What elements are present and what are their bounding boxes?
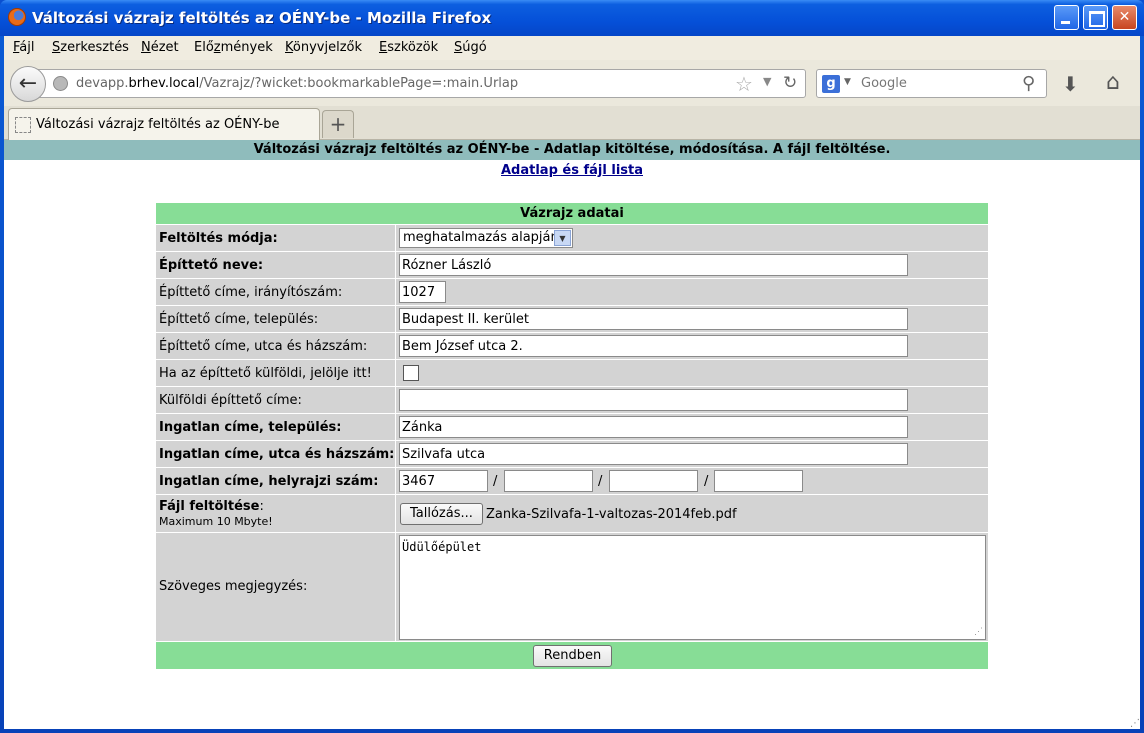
form-title: Vázrajz adatai (156, 203, 988, 224)
minimize-button[interactable] (1054, 5, 1079, 30)
browse-button[interactable]: Tallózás... (400, 503, 483, 525)
foreign-label: Ha az építtető külföldi, jelölje itt! (159, 366, 372, 381)
parcel-separator: / (704, 474, 709, 489)
file-label-block: Fájl feltöltése: Maximum 10 Mbyte! (159, 499, 273, 528)
parcel-separator: / (493, 474, 498, 489)
search-input[interactable]: Google (861, 76, 907, 91)
builder-zip-label: Építtető címe, irányítószám: (159, 285, 343, 300)
menu-file[interactable]: Fájl (13, 40, 35, 55)
builder-street-label: Építtető címe, utca és házszám: (159, 339, 368, 354)
search-bar[interactable]: g ▼ Google ⚲ (816, 69, 1047, 98)
window-resize-icon[interactable]: ⋰ (1130, 718, 1140, 729)
file-name: Zanka-Szilvafa-1-valtozas-2014feb.pdf (486, 507, 737, 522)
menu-bar: Fájl Szerkesztés Nézet Előzmények Könyvj… (4, 36, 1140, 60)
url-dropdown-icon[interactable]: ▼ (763, 75, 771, 88)
menu-bookmarks[interactable]: Könyvjelzők (285, 40, 362, 55)
menu-edit[interactable]: Szerkesztés (52, 40, 129, 55)
row-builder-name: Építtető neve: Rózner László (156, 251, 988, 278)
row-parcel: Ingatlan címe, helyrajzi szám: 3467 / / … (156, 467, 988, 494)
property-street-input[interactable]: Szilvafa utca (399, 443, 908, 465)
browser-window: Változási vázrajz feltöltés az OÉNY-be -… (0, 0, 1144, 733)
url-bar[interactable]: devapp.brhev.local/Vazrajz/?wicket:bookm… (34, 69, 806, 98)
page-link-container: Adatlap és fájl lista (4, 163, 1140, 178)
row-property-city: Ingatlan címe, település: Zánka (156, 413, 988, 440)
builder-name-label: Építtető neve: (159, 258, 264, 273)
row-foreign: Ha az építtető külföldi, jelölje itt! (156, 359, 988, 386)
note-label: Szöveges megjegyzés: (159, 579, 308, 594)
row-note: Szöveges megjegyzés: Üdülőépület ⋰ (156, 532, 988, 641)
property-city-label: Ingatlan címe, település: (159, 420, 342, 435)
menu-history[interactable]: Előzmények (194, 40, 273, 55)
parcel-input-2[interactable] (504, 470, 593, 492)
firefox-icon (8, 8, 26, 26)
builder-city-label: Építtető címe, település: (159, 312, 319, 327)
upload-mode-value: meghatalmazás alapján (403, 230, 559, 245)
window-title: Változási vázrajz feltöltés az OÉNY-be -… (32, 9, 492, 27)
new-tab-button[interactable]: + (322, 110, 354, 138)
page-content: Változási vázrajz feltöltés az OÉNY-be -… (4, 140, 1140, 729)
row-builder-street: Építtető címe, utca és házszám: Bem Józs… (156, 332, 988, 359)
property-street-label: Ingatlan címe, utca és házszám: (159, 447, 395, 462)
builder-city-input[interactable]: Budapest II. kerület (399, 308, 908, 330)
parcel-separator: / (598, 474, 603, 489)
reload-icon[interactable]: ↻ (783, 73, 797, 93)
menu-help[interactable]: Súgó (454, 40, 487, 55)
builder-name-input[interactable]: Rózner László (399, 254, 908, 276)
bookmark-star-icon[interactable]: ☆ (735, 72, 753, 96)
property-city-input[interactable]: Zánka (399, 416, 908, 438)
url-text[interactable]: devapp.brhev.local/Vazrajz/?wicket:bookm… (76, 76, 518, 91)
menu-view[interactable]: Nézet (141, 40, 179, 55)
download-icon[interactable]: ⬇ (1062, 72, 1079, 96)
parcel-input-4[interactable] (714, 470, 803, 492)
row-builder-city: Építtető címe, település: Budapest II. k… (156, 305, 988, 332)
parcel-input-3[interactable] (609, 470, 698, 492)
row-property-street: Ingatlan címe, utca és házszám: Szilvafa… (156, 440, 988, 467)
chevron-down-icon[interactable]: ▼ (554, 230, 571, 246)
page-header: Változási vázrajz feltöltés az OÉNY-be -… (4, 140, 1140, 160)
list-link[interactable]: Adatlap és fájl lista (501, 163, 643, 178)
row-foreign-address: Külföldi építtető címe: (156, 386, 988, 413)
browser-client: Fájl Szerkesztés Nézet Előzmények Könyvj… (4, 36, 1140, 729)
tab-current[interactable]: Változási vázrajz feltöltés az OÉNY-be (8, 108, 320, 140)
home-icon[interactable]: ⌂ (1106, 70, 1120, 95)
foreign-address-input[interactable] (399, 389, 908, 411)
navigation-bar: ← devapp.brhev.local/Vazrajz/?wicket:boo… (4, 60, 1140, 106)
resize-grip-icon[interactable]: ⋰ (974, 627, 983, 637)
search-engine-caret-icon[interactable]: ▼ (844, 77, 851, 87)
note-text: Üdülőépület (402, 540, 482, 554)
tab-strip: Változási vázrajz feltöltés az OÉNY-be + (4, 106, 1140, 140)
foreign-address-label: Külföldi építtető címe: (159, 393, 302, 408)
row-upload-mode: Feltöltés módja: meghatalmazás alapján ▼ (156, 224, 988, 251)
tab-label: Változási vázrajz feltöltés az OÉNY-be (36, 117, 280, 132)
maximize-button[interactable] (1083, 5, 1108, 30)
builder-zip-input[interactable]: 1027 (399, 281, 446, 303)
sketch-form: Vázrajz adatai Feltöltés módja: meghatal… (156, 203, 988, 669)
submit-button[interactable]: Rendben (533, 645, 612, 667)
magnifier-icon[interactable]: ⚲ (1022, 73, 1035, 94)
row-builder-zip: Építtető címe, irányítószám: 1027 (156, 278, 988, 305)
row-file: Fájl feltöltése: Maximum 10 Mbyte! Talló… (156, 494, 988, 532)
back-arrow-icon[interactable]: ← (10, 66, 46, 102)
parcel-input-1[interactable]: 3467 (399, 470, 488, 492)
globe-icon (53, 76, 68, 91)
builder-street-input[interactable]: Bem József utca 2. (399, 335, 908, 357)
parcel-label: Ingatlan címe, helyrajzi szám: (159, 474, 379, 489)
note-textarea[interactable]: Üdülőépület ⋰ (399, 535, 986, 640)
form-footer: Rendben (156, 641, 988, 669)
foreign-checkbox[interactable] (403, 365, 419, 381)
close-button[interactable]: ✕ (1112, 5, 1137, 30)
file-label: Fájl feltöltése (159, 499, 260, 514)
upload-mode-label: Feltöltés módja: (159, 231, 278, 246)
file-max-note: Maximum 10 Mbyte! (159, 515, 273, 528)
menu-tools[interactable]: Eszközök (379, 40, 438, 55)
upload-mode-select[interactable]: meghatalmazás alapján ▼ (399, 228, 573, 248)
page-favicon-icon (15, 117, 31, 133)
title-bar[interactable]: Változási vázrajz feltöltés az OÉNY-be -… (0, 0, 1144, 36)
google-icon[interactable]: g (822, 75, 840, 93)
